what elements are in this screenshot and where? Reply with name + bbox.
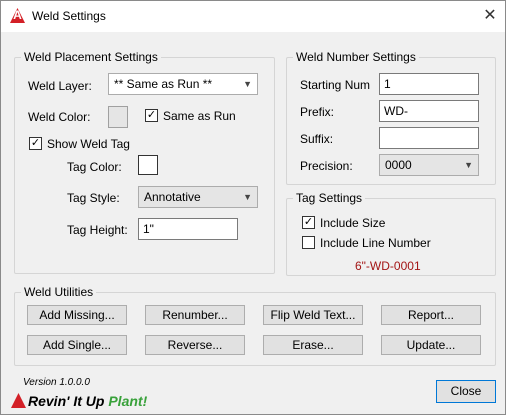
brand-text-part2: Plant! (108, 393, 148, 409)
tag-color-swatch[interactable] (138, 155, 158, 175)
same-as-run-checkbox[interactable]: ✓ (145, 109, 158, 122)
renumber-button[interactable]: Renumber... (145, 305, 245, 325)
include-size-label: Include Size (320, 216, 386, 230)
window-title: Weld Settings (32, 9, 106, 23)
tag-style-label: Tag Style: (67, 191, 120, 205)
placement-group-label: Weld Placement Settings (21, 50, 161, 64)
precision-value: 0000 (385, 158, 412, 172)
weld-layer-value: ** Same as Run ** (114, 77, 213, 91)
prefix-value: WD- (384, 104, 408, 118)
add-missing-button[interactable]: Add Missing... (27, 305, 127, 325)
report-button[interactable]: Report... (381, 305, 481, 325)
tag-height-label: Tag Height: (67, 223, 128, 237)
brand-logo: Revin' It Up Plant! (11, 393, 147, 409)
weld-layer-select[interactable]: ** Same as Run ** ▼ (108, 73, 258, 95)
weld-layer-label: Weld Layer: (28, 79, 92, 93)
prefix-label: Prefix: (300, 105, 335, 119)
tag-preview-text: 6"-WD-0001 (355, 259, 421, 273)
tag-style-value: Annotative (144, 190, 201, 204)
close-icon[interactable]: ✕ (477, 4, 503, 28)
suffix-input[interactable] (379, 127, 479, 149)
add-single-button[interactable]: Add Single... (27, 335, 127, 355)
close-button[interactable]: Close (436, 380, 496, 403)
include-size-checkbox[interactable]: ✓ (302, 216, 315, 229)
tag-settings-group-label: Tag Settings (293, 191, 366, 205)
weld-color-label: Weld Color: (28, 110, 91, 124)
show-weld-tag-checkbox[interactable]: ✓ (29, 137, 42, 150)
update-button[interactable]: Update... (381, 335, 481, 355)
starting-num-label: Starting Num (300, 78, 371, 92)
starting-num-input[interactable]: 1 (379, 73, 479, 95)
same-as-run-label: Same as Run (163, 109, 236, 123)
tag-height-value: 1" (143, 222, 154, 236)
number-group-label: Weld Number Settings (293, 50, 419, 64)
weld-settings-dialog: A Weld Settings ✕ Weld Placement Setting… (0, 0, 506, 415)
autocad-a-icon (11, 393, 26, 408)
app-icon: A (10, 8, 25, 23)
utilities-group-label: Weld Utilities (21, 285, 97, 299)
tag-color-label: Tag Color: (67, 160, 122, 174)
erase-button[interactable]: Erase... (263, 335, 363, 355)
version-text: Version 1.0.0.0 (23, 377, 90, 388)
tag-height-input[interactable]: 1" (138, 218, 238, 240)
tag-style-select[interactable]: Annotative ▼ (138, 186, 258, 208)
suffix-label: Suffix: (300, 132, 334, 146)
prefix-input[interactable]: WD- (379, 100, 479, 122)
chevron-down-icon: ▼ (243, 79, 252, 89)
show-weld-tag-label: Show Weld Tag (47, 137, 130, 151)
precision-select[interactable]: 0000 ▼ (379, 154, 479, 176)
precision-label: Precision: (300, 159, 353, 173)
flip-weld-text-button[interactable]: Flip Weld Text... (263, 305, 363, 325)
brand-text-part1: Revin' It Up (28, 393, 109, 409)
chevron-down-icon: ▼ (243, 192, 252, 202)
include-line-number-label: Include Line Number (320, 236, 431, 250)
include-line-number-checkbox[interactable] (302, 236, 315, 249)
starting-num-value: 1 (384, 77, 391, 91)
title-bar: A Weld Settings ✕ (1, 1, 505, 32)
reverse-button[interactable]: Reverse... (145, 335, 245, 355)
chevron-down-icon: ▼ (464, 160, 473, 170)
weld-color-swatch[interactable] (108, 106, 128, 128)
